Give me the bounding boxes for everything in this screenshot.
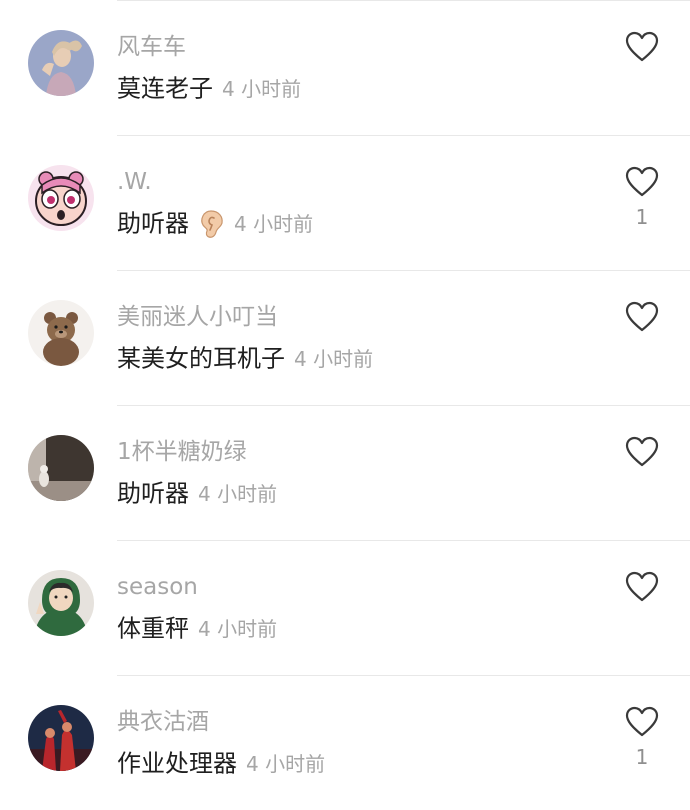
username[interactable]: 风车车 (117, 33, 186, 61)
comment-item[interactable]: 1杯半糖奶绿 助听器 4 小时前 (0, 405, 690, 540)
ear-emoji (197, 209, 225, 239)
like-button[interactable] (624, 434, 660, 470)
heart-outline-icon (625, 301, 659, 332)
username[interactable]: .W. (117, 168, 152, 196)
avatar[interactable] (28, 570, 94, 636)
comment-item[interactable]: 风车车 莫连老子 4 小时前 (0, 0, 690, 135)
comment-item[interactable]: 典衣沽酒 作业处理器 4 小时前 1 (0, 675, 690, 810)
heart-outline-icon (625, 706, 659, 737)
avatar[interactable] (28, 705, 94, 771)
heart-outline-icon (625, 436, 659, 467)
comment-text: 莫连老子 (117, 74, 213, 103)
comment-content: 莫连老子 4 小时前 (117, 72, 301, 105)
comment-text: 作业处理器 (117, 749, 237, 778)
timestamp: 4 小时前 (222, 76, 302, 101)
username[interactable]: 1杯半糖奶绿 (117, 438, 247, 466)
username[interactable]: 美丽迷人小叮当 (117, 303, 278, 331)
like-button[interactable] (624, 569, 660, 605)
comment-text: 助听器 (117, 209, 189, 238)
comment-list: 风车车 莫连老子 4 小时前 .W. 助听器 4 小时前 1 美丽迷人小叮当 某… (0, 0, 690, 808)
like-button[interactable] (624, 29, 660, 65)
comment-item[interactable]: season 体重秤 4 小时前 (0, 540, 690, 675)
comment-content: 作业处理器 4 小时前 (117, 747, 325, 780)
like-button[interactable] (624, 164, 660, 200)
comment-content: 助听器 4 小时前 (117, 207, 313, 240)
heart-outline-icon (625, 571, 659, 602)
timestamp: 4 小时前 (234, 211, 314, 236)
like-button[interactable] (624, 704, 660, 740)
avatar[interactable] (28, 30, 94, 96)
heart-outline-icon (625, 166, 659, 197)
comment-item[interactable]: .W. 助听器 4 小时前 1 (0, 135, 690, 270)
username[interactable]: 典衣沽酒 (117, 708, 209, 736)
heart-outline-icon (625, 31, 659, 62)
timestamp: 4 小时前 (198, 481, 278, 506)
like-button[interactable] (624, 299, 660, 335)
like-count: 1 (635, 745, 649, 769)
comment-content: 某美女的耳机子 4 小时前 (117, 342, 373, 375)
comment-item[interactable]: 美丽迷人小叮当 某美女的耳机子 4 小时前 (0, 270, 690, 405)
timestamp: 4 小时前 (246, 751, 326, 776)
avatar[interactable] (28, 300, 94, 366)
comment-content: 体重秤 4 小时前 (117, 612, 277, 645)
comment-text: 某美女的耳机子 (117, 344, 285, 373)
timestamp: 4 小时前 (198, 616, 278, 641)
comment-content: 助听器 4 小时前 (117, 477, 277, 510)
comment-text: 助听器 (117, 479, 189, 508)
avatar[interactable] (28, 165, 94, 231)
like-count: 1 (635, 205, 649, 229)
avatar[interactable] (28, 435, 94, 501)
comment-text: 体重秤 (117, 614, 189, 643)
timestamp: 4 小时前 (294, 346, 374, 371)
username[interactable]: season (117, 573, 198, 601)
